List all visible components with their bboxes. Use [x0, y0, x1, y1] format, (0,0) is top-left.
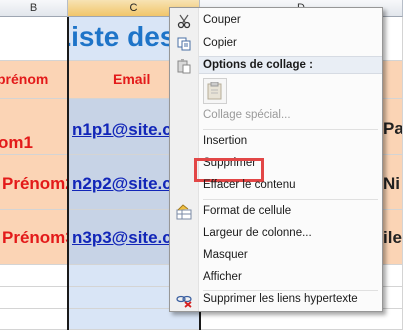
scissors-icon: [176, 13, 192, 29]
menu-separator: [203, 199, 378, 200]
menu-label-hide: Masquer: [203, 249, 248, 261]
row3-email-link[interactable]: n3p3@site.co: [72, 228, 182, 248]
menu-item-copy[interactable]: Copier: [170, 33, 382, 55]
paste-options-icon: [176, 58, 192, 74]
cell-b-row1[interactable]: om1: [0, 99, 68, 155]
row3-name: Prénom3: [2, 228, 68, 247]
menu-separator: [203, 129, 378, 130]
paste-options-header: Options de collage :: [199, 56, 382, 74]
cell-b-row2[interactable]: Prénom2: [0, 155, 68, 210]
menu-label-column-width: Largeur de colonne...: [203, 227, 312, 239]
menu-item-cut[interactable]: Couper: [170, 10, 382, 32]
copy-icon: [176, 36, 192, 52]
row2-right-text: Ni: [383, 174, 400, 193]
menu-item-insert[interactable]: Insertion: [170, 131, 382, 153]
cell-b-empty2[interactable]: [0, 287, 68, 309]
menu-item-show[interactable]: Afficher: [170, 267, 382, 289]
row1-name: om1: [0, 133, 33, 152]
menu-item-hide[interactable]: Masquer: [170, 245, 382, 267]
row2-name: Prénom2: [2, 174, 68, 193]
row2-email-link[interactable]: n2p2@site.co: [72, 174, 182, 194]
header-prenom: prénom: [0, 71, 49, 87]
menu-item-clear[interactable]: Effacer le contenu: [170, 175, 382, 197]
menu-item-format[interactable]: Format de cellule: [170, 201, 382, 223]
column-header-b[interactable]: B: [0, 0, 68, 17]
context-menu: Couper Copier Options de collage : Colla…: [169, 7, 383, 312]
cell-b-empty1[interactable]: [0, 265, 68, 287]
menu-label-format: Format de cellule: [203, 205, 292, 217]
cell-b-header[interactable]: prénom: [0, 61, 68, 99]
menu-label-remove-hyperlinks: Supprimer les liens hypertexte: [203, 293, 358, 305]
cell-b-empty3[interactable]: [0, 309, 68, 330]
cell-b-row3[interactable]: Prénom3: [0, 210, 68, 265]
row1-email-link[interactable]: n1p1@site.co: [72, 120, 182, 140]
menu-label-insert: Insertion: [203, 135, 248, 147]
cell-b-title[interactable]: [0, 17, 68, 61]
menu-label-cut: Couper: [203, 14, 241, 26]
cell-d-empty3[interactable]: [200, 309, 403, 330]
menu-label-show: Afficher: [203, 271, 242, 283]
selection-border-left: [67, 17, 69, 330]
row1-right-text: Pa: [383, 119, 403, 138]
paste-clipboard-button[interactable]: [203, 78, 227, 104]
cell-c-empty3[interactable]: [68, 309, 200, 330]
remove-hyperlink-icon: [176, 292, 192, 308]
row3-right-text: ile: [383, 228, 402, 247]
menu-item-column-width[interactable]: Largeur de colonne...: [170, 223, 382, 245]
menu-label-copy: Copier: [203, 37, 237, 49]
sheet-title: Liste des: [68, 21, 176, 52]
format-cells-icon: [176, 204, 192, 220]
header-email: Email: [113, 71, 151, 87]
menu-label-paste-special: Collage spécial...: [203, 109, 291, 121]
paste-options-label: Options de collage :: [203, 59, 313, 71]
clipboard-icon: [207, 81, 223, 103]
menu-item-paste-special: Collage spécial...: [170, 105, 382, 127]
menu-item-remove-hyperlinks[interactable]: Supprimer les liens hypertexte: [170, 289, 382, 311]
menu-label-clear: Effacer le contenu: [203, 179, 296, 191]
